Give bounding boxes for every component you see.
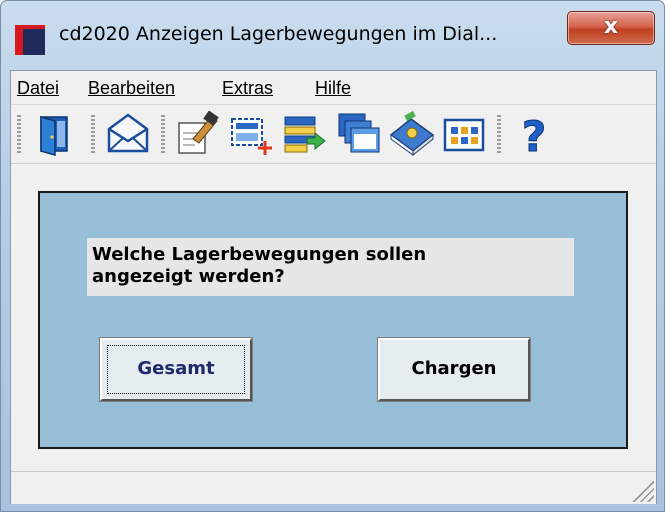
menu-hilfe-label: Hilfe [315,78,352,98]
windows-icon [338,113,380,153]
question-line-2: angezeigt werden? [92,266,285,287]
toolbar-grip[interactable] [17,115,21,155]
toolbar-separator [497,115,501,155]
help-icon: ? [521,112,546,158]
toolbar: ? [11,105,656,164]
chargen-button-label: Chargen [411,358,497,379]
close-button[interactable]: x [567,11,655,45]
question-line-1: Welche Lagerbewegungen sollen [92,244,427,265]
mail-button[interactable] [105,111,151,157]
menu-bearbeiten[interactable]: Bearbeiten [88,78,175,99]
title-bar[interactable]: cd2020 Anzeigen Lagerbewegungen im Dial.… [1,1,664,63]
app-icon [15,25,45,55]
edit-button[interactable] [175,111,221,157]
chargen-button[interactable]: Chargen [377,337,531,402]
gesamt-button-label: Gesamt [137,358,215,379]
resize-grip-icon[interactable] [630,478,654,502]
status-bar [11,471,656,504]
import-list-icon [284,116,326,153]
menu-datei-label: Datei [17,78,60,98]
new-selection-button[interactable] [227,111,273,157]
menu-bar: Datei Bearbeiten Extras Hilfe [11,71,656,105]
question-box: Welche Lagerbewegungen sollen angezeigt … [87,238,574,296]
toolbar-separator [161,115,165,155]
windows-button[interactable] [336,111,382,157]
import-list-button[interactable] [281,111,327,157]
mail-icon [107,113,149,153]
dialog-panel: Welche Lagerbewegungen sollen angezeigt … [38,191,628,449]
menu-datei[interactable]: Datei [17,78,59,99]
calendar-button[interactable] [441,111,487,157]
book-button[interactable] [389,111,435,157]
window-frame: cd2020 Anzeigen Lagerbewegungen im Dial.… [0,0,665,512]
toolbar-separator [91,115,95,155]
exit-button[interactable] [33,111,79,157]
new-selection-icon [231,118,272,155]
menu-bearbeiten-label: Bearbeiten [88,78,176,98]
book-icon [389,111,435,157]
help-button[interactable]: ? [511,111,557,158]
client-area: Datei Bearbeiten Extras Hilfe ? Welche L… [10,70,657,504]
calendar-icon [443,118,485,152]
menu-extras-label: Extras [222,78,274,98]
close-icon: x [603,14,619,39]
exit-door-icon [40,116,68,156]
menu-hilfe[interactable]: Hilfe [315,78,351,99]
menu-extras[interactable]: Extras [222,78,273,99]
window-title: cd2020 Anzeigen Lagerbewegungen im Dial.… [59,23,498,45]
svg-text:?: ? [522,112,546,157]
edit-document-icon [178,111,219,154]
gesamt-button[interactable]: Gesamt [99,337,253,402]
